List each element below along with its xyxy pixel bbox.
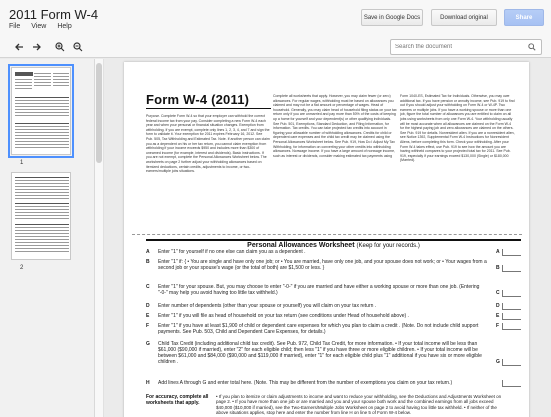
- entry-box-a[interactable]: [502, 249, 521, 256]
- accuracy-note: For accuracy, complete all worksheets th…: [146, 394, 209, 406]
- menu-help[interactable]: Help: [57, 23, 71, 30]
- menu-file[interactable]: File: [9, 23, 20, 30]
- entry-box-h[interactable]: [502, 380, 521, 387]
- menu-bar: File View Help: [9, 23, 72, 30]
- entry-box-g[interactable]: [502, 359, 521, 366]
- instructions-column-3: Form 1040-ES, Estimated Tax for Individu…: [400, 94, 515, 163]
- app-header: 2011 Form W-4 File View Help Save in Goo…: [0, 0, 551, 58]
- entry-box-d[interactable]: [502, 303, 521, 310]
- search-box: [390, 39, 542, 55]
- entry-box-f[interactable]: [502, 323, 521, 330]
- search-icon[interactable]: [528, 43, 536, 51]
- document-page: Form W-4 (2011) Purpose. Complete Form W…: [124, 62, 529, 417]
- save-in-google-docs-button[interactable]: Save in Google Docs: [361, 9, 423, 26]
- entry-box-e[interactable]: [502, 313, 521, 320]
- instructions-column-1: Purpose. Complete Form W-4 so that your …: [146, 114, 270, 174]
- page-thumbnail-2[interactable]: [11, 172, 71, 260]
- scrollbar-thumb[interactable]: [96, 63, 102, 163]
- page-thumbnails-panel: 1 2: [0, 59, 95, 417]
- back-arrow-icon[interactable]: [13, 41, 25, 53]
- menu-view[interactable]: View: [31, 23, 46, 30]
- zoom-in-icon[interactable]: [54, 41, 66, 53]
- form-title: Form W-4 (2011): [146, 92, 271, 109]
- thumbnail-scrollbar[interactable]: [95, 59, 104, 417]
- cut-line: [132, 234, 522, 235]
- document-title: 2011 Form W-4: [9, 7, 99, 22]
- accuracy-detail: • If you plan to itemize or claim adjust…: [216, 394, 502, 415]
- zoom-out-icon[interactable]: [72, 41, 84, 53]
- share-button[interactable]: Share: [504, 9, 544, 26]
- entry-box-b[interactable]: [502, 265, 521, 272]
- page-thumbnail-1[interactable]: [8, 64, 74, 158]
- forward-arrow-icon[interactable]: [31, 41, 43, 53]
- page-number-1: 1: [20, 160, 24, 166]
- search-input[interactable]: [395, 44, 505, 50]
- download-original-button[interactable]: Download original: [431, 9, 497, 26]
- instructions-column-2: Complete all worksheets that apply. Howe…: [273, 94, 397, 158]
- page-number-2: 2: [20, 265, 24, 271]
- worksheet-title: Personal Allowances Worksheet (Keep for …: [146, 239, 521, 249]
- entry-box-c[interactable]: [502, 290, 521, 297]
